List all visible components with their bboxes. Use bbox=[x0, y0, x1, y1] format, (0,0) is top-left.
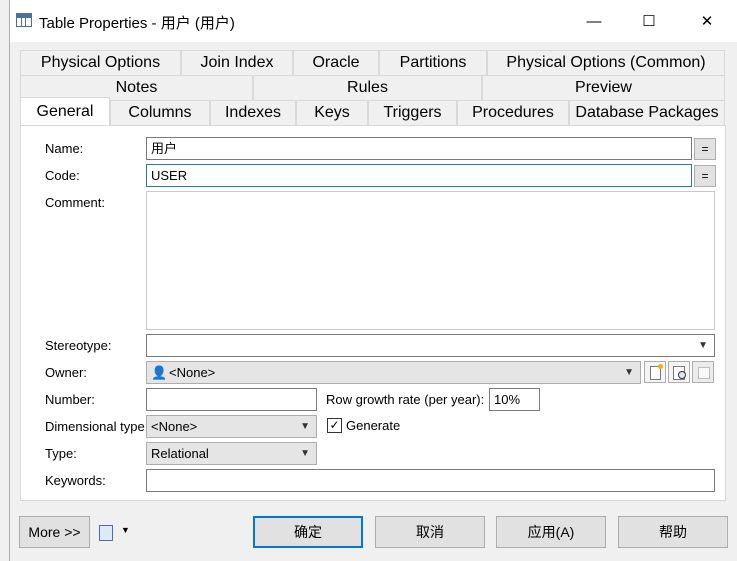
tab-triggers[interactable]: Triggers bbox=[368, 100, 457, 125]
print-button[interactable]: ▼ bbox=[98, 523, 132, 543]
dimensional-type-combo[interactable]: <None> ▼ bbox=[146, 415, 317, 438]
tab-rules[interactable]: Rules bbox=[253, 75, 482, 100]
generate-checkbox[interactable]: ✓ bbox=[327, 418, 342, 433]
comment-textarea[interactable] bbox=[146, 191, 715, 330]
code-field[interactable]: USER bbox=[146, 164, 692, 187]
cancel-button[interactable]: 取消 bbox=[375, 516, 485, 548]
tab-join-index[interactable]: Join Index bbox=[181, 50, 293, 75]
name-field[interactable]: 用户 bbox=[146, 137, 692, 160]
tab-row-1: Physical Options Join Index Oracle Parti… bbox=[20, 50, 725, 75]
browse-owner-icon[interactable] bbox=[668, 361, 690, 383]
code-label: Code: bbox=[45, 168, 80, 183]
owner-value: <None> bbox=[169, 365, 216, 380]
tab-physical-options-common[interactable]: Physical Options (Common) bbox=[487, 50, 725, 75]
window-title: Table Properties - 用户 (用户) bbox=[39, 15, 235, 32]
maximize-button[interactable]: ☐ bbox=[629, 8, 669, 36]
general-panel: Name: 用户 = Code: USER = Comment: Stereot… bbox=[20, 125, 726, 501]
stereotype-combo[interactable]: ▼ bbox=[146, 334, 715, 357]
name-equal-button[interactable]: = bbox=[694, 138, 716, 160]
type-combo[interactable]: Relational ▼ bbox=[146, 442, 317, 465]
stereotype-label: Stereotype: bbox=[45, 338, 112, 353]
user-icon: 👤 bbox=[151, 365, 168, 380]
number-label: Number: bbox=[45, 392, 95, 407]
apply-button[interactable]: 应用(A) bbox=[496, 516, 606, 548]
new-owner-icon[interactable] bbox=[644, 361, 666, 383]
chevron-down-icon: ▼ bbox=[300, 421, 310, 432]
comment-label: Comment: bbox=[45, 195, 105, 210]
tab-keys[interactable]: Keys bbox=[296, 100, 368, 125]
print-icon bbox=[99, 525, 113, 541]
more-button[interactable]: More >> bbox=[19, 516, 90, 548]
tab-indexes[interactable]: Indexes bbox=[210, 100, 296, 125]
dimensional-type-label: Dimensional type: bbox=[45, 419, 149, 434]
owner-label: Owner: bbox=[45, 365, 87, 380]
tab-partitions[interactable]: Partitions bbox=[379, 50, 487, 75]
keywords-label: Keywords: bbox=[45, 473, 106, 488]
tab-general[interactable]: General bbox=[20, 97, 110, 125]
minimize-button[interactable]: — bbox=[574, 8, 614, 36]
chevron-down-icon: ▼ bbox=[624, 367, 634, 378]
owner-combo[interactable]: 👤 <None> ▼ bbox=[146, 361, 641, 384]
tab-row-3: General Columns Indexes Keys Triggers Pr… bbox=[20, 97, 725, 125]
ok-button[interactable]: 确定 bbox=[253, 516, 363, 548]
name-label: Name: bbox=[45, 141, 84, 156]
generate-label: Generate bbox=[346, 418, 401, 433]
owner-properties-icon bbox=[692, 361, 714, 383]
tab-procedures[interactable]: Procedures bbox=[457, 100, 569, 125]
type-label: Type: bbox=[45, 446, 77, 461]
tab-columns[interactable]: Columns bbox=[110, 100, 210, 125]
dimensional-type-value: <None> bbox=[151, 419, 198, 434]
title-bar[interactable]: Table Properties - 用户 (用户) — ☐ ✕ bbox=[10, 0, 737, 42]
tab-row-2: Notes Rules Preview bbox=[20, 75, 725, 100]
row-growth-field[interactable]: 10% bbox=[489, 388, 540, 411]
chevron-down-icon: ▼ bbox=[698, 340, 708, 351]
code-equal-button[interactable]: = bbox=[694, 165, 716, 187]
tab-physical-options[interactable]: Physical Options bbox=[20, 50, 181, 75]
tab-oracle[interactable]: Oracle bbox=[293, 50, 379, 75]
keywords-field[interactable] bbox=[146, 469, 715, 492]
help-button[interactable]: 帮助 bbox=[618, 516, 728, 548]
chevron-down-icon: ▼ bbox=[121, 525, 130, 535]
chevron-down-icon: ▼ bbox=[300, 448, 310, 459]
tab-preview[interactable]: Preview bbox=[482, 75, 725, 100]
tab-database-packages[interactable]: Database Packages bbox=[569, 100, 725, 125]
type-value: Relational bbox=[151, 446, 209, 461]
close-button[interactable]: ✕ bbox=[687, 8, 727, 36]
table-properties-window: Table Properties - 用户 (用户) — ☐ ✕ Physica… bbox=[9, 0, 737, 561]
row-growth-label: Row growth rate (per year): bbox=[326, 392, 485, 407]
number-field[interactable] bbox=[146, 388, 317, 411]
table-icon bbox=[16, 13, 32, 27]
